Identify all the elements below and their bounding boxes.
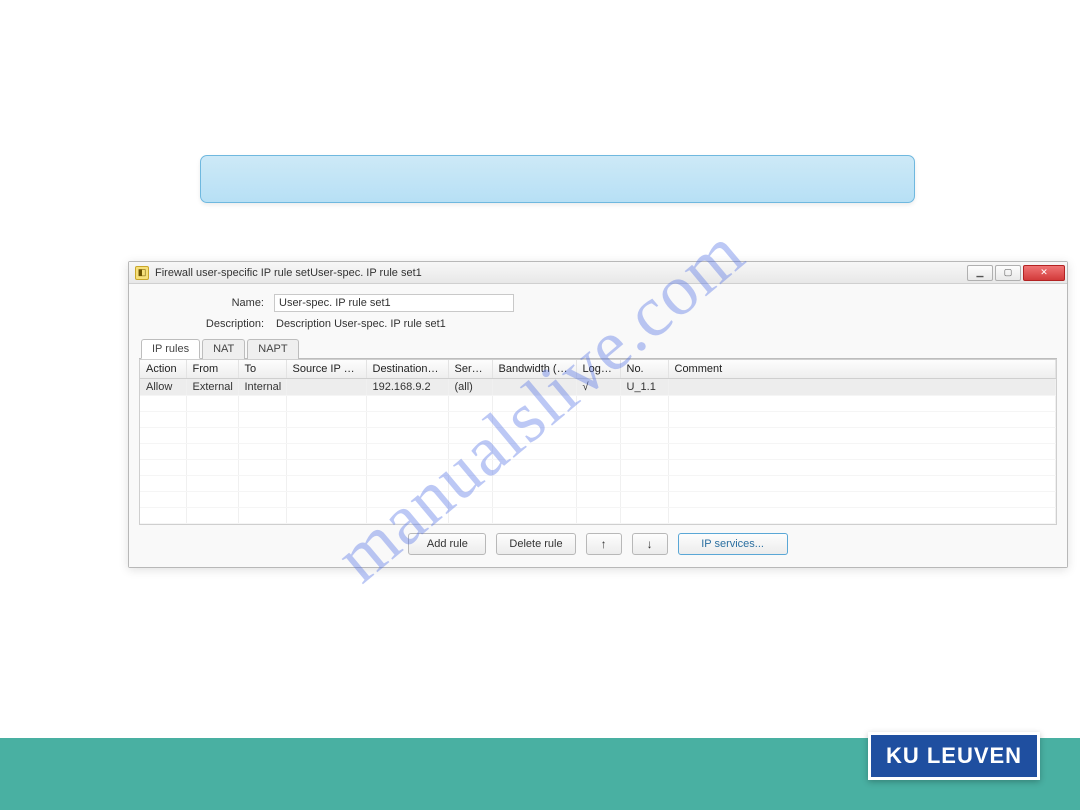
col-source-ip[interactable]: Source IP ad...	[286, 360, 366, 379]
table-row	[140, 476, 1056, 492]
move-up-button[interactable]: ↑	[586, 533, 622, 555]
table-row	[140, 444, 1056, 460]
table-row	[140, 396, 1056, 412]
minimize-button[interactable]: ▁	[967, 265, 993, 281]
rules-table-body: Allow External Internal 192.168.9.2 (all…	[140, 379, 1056, 524]
ku-leuven-logo: KU LEUVEN	[868, 732, 1040, 780]
cell-dest-ip: 192.168.9.2	[366, 379, 448, 396]
table-row	[140, 492, 1056, 508]
maximize-button[interactable]: ▢	[995, 265, 1021, 281]
tab-nat[interactable]: NAT	[202, 339, 245, 359]
description-row: Description: Description User-spec. IP r…	[139, 318, 1057, 330]
window-body: Name: Description: Description User-spec…	[129, 284, 1067, 567]
close-button[interactable]: ✕	[1023, 265, 1065, 281]
cell-bandwidth	[492, 379, 576, 396]
description-value: Description User-spec. IP rule set1	[274, 318, 446, 330]
ip-services-button[interactable]: IP services...	[678, 533, 788, 555]
col-dest-ip[interactable]: Destination I...	[366, 360, 448, 379]
titlebar[interactable]: ◧ Firewall user-specific IP rule setUser…	[129, 262, 1067, 284]
window-buttons: ▁ ▢ ✕	[967, 265, 1065, 281]
name-field[interactable]	[274, 294, 514, 312]
button-row: Add rule Delete rule ↑ ↓ IP services...	[139, 525, 1057, 559]
col-servi[interactable]: Servi...	[448, 360, 492, 379]
col-bandwidth[interactable]: Bandwidth (M...	[492, 360, 576, 379]
description-label: Description:	[139, 318, 274, 330]
col-from[interactable]: From	[186, 360, 238, 379]
table-header-row: Action From To Source IP ad... Destinati…	[140, 360, 1056, 379]
tab-napt[interactable]: NAPT	[247, 339, 298, 359]
cell-loggi: √	[576, 379, 620, 396]
rules-table: Action From To Source IP ad... Destinati…	[140, 360, 1056, 524]
table-row	[140, 508, 1056, 524]
cell-action: Allow	[140, 379, 186, 396]
table-row	[140, 460, 1056, 476]
delete-rule-button[interactable]: Delete rule	[496, 533, 575, 555]
move-down-button[interactable]: ↓	[632, 533, 668, 555]
col-loggi[interactable]: Loggi...	[576, 360, 620, 379]
window-title: Firewall user-specific IP rule setUser-s…	[155, 267, 967, 279]
cell-to: Internal	[238, 379, 286, 396]
cell-no: U_1.1	[620, 379, 668, 396]
name-label: Name:	[139, 297, 274, 309]
rules-table-wrap: Action From To Source IP ad... Destinati…	[139, 359, 1057, 525]
tab-bar: IP rules NAT NAPT	[139, 338, 1057, 359]
name-row: Name:	[139, 294, 1057, 312]
cell-source-ip	[286, 379, 366, 396]
arrow-up-icon: ↑	[601, 538, 607, 550]
cell-from: External	[186, 379, 238, 396]
add-rule-button[interactable]: Add rule	[408, 533, 486, 555]
table-row	[140, 412, 1056, 428]
col-no[interactable]: No.	[620, 360, 668, 379]
table-row	[140, 428, 1056, 444]
callout-box	[200, 155, 915, 203]
tab-ip-rules[interactable]: IP rules	[141, 339, 200, 359]
firewall-rule-window: ◧ Firewall user-specific IP rule setUser…	[128, 261, 1068, 568]
app-icon: ◧	[135, 266, 149, 280]
col-comment[interactable]: Comment	[668, 360, 1056, 379]
cell-servi: (all)	[448, 379, 492, 396]
col-action[interactable]: Action	[140, 360, 186, 379]
col-to[interactable]: To	[238, 360, 286, 379]
cell-comment	[668, 379, 1056, 396]
arrow-down-icon: ↓	[647, 538, 653, 550]
table-row[interactable]: Allow External Internal 192.168.9.2 (all…	[140, 379, 1056, 396]
